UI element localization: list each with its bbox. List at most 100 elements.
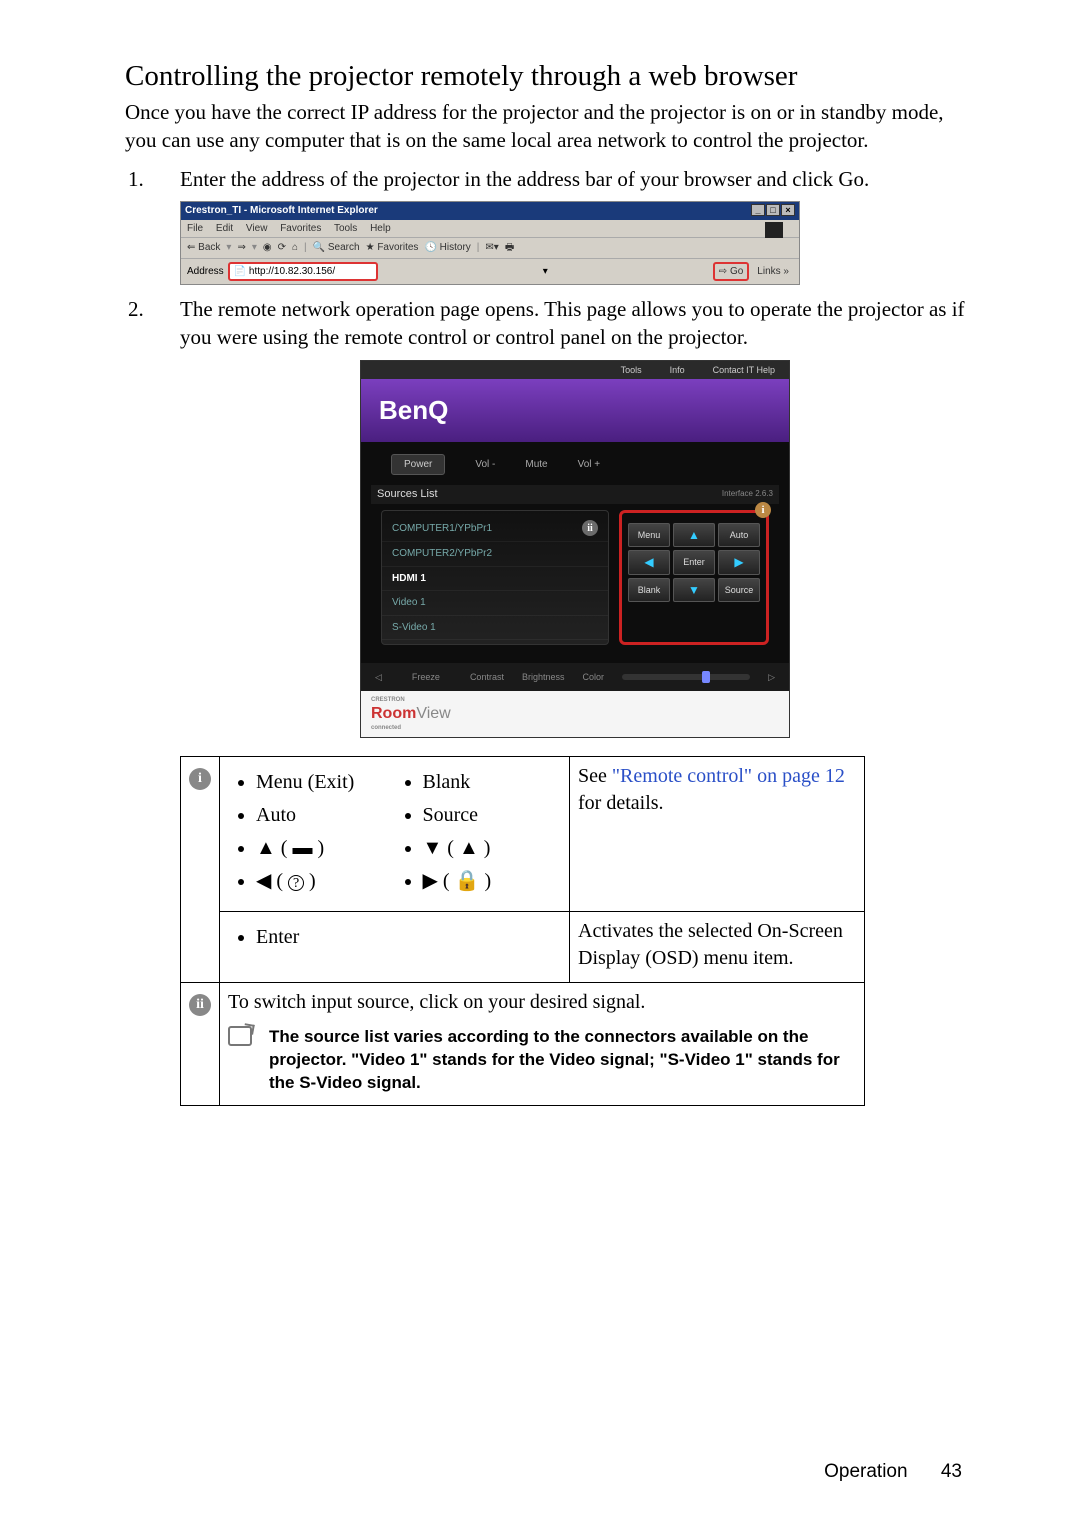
source-video1[interactable]: Video 1 [382,591,608,616]
menu-tools[interactable]: Tools [334,223,357,234]
tab-info[interactable]: Info [670,364,685,376]
cell-desc-enter: Activates the selected On-Screen Display… [570,912,865,983]
badge-ii-icon: ii [189,994,211,1016]
dpad-menu[interactable]: Menu [628,523,670,547]
tab-contact[interactable]: Contact IT Help [713,364,775,376]
address-dropdown-icon[interactable]: ▾ [543,265,548,279]
toolbar-favorites[interactable]: Favorites [377,242,418,253]
source-switch-text: To switch input source, click on your de… [228,989,856,1016]
toolbar-back[interactable]: Back [198,242,220,253]
dpad-up[interactable]: ▲ [673,523,715,547]
fn-up: ▲ ( ▬ ) [256,835,395,862]
interface-version: Interface 2.6.3 [722,489,773,500]
sources-heading: Sources List [377,487,438,502]
power-button[interactable]: Power [391,454,445,476]
dpad-right[interactable]: ▶ [718,550,760,574]
menu-help[interactable]: Help [370,223,391,234]
links-button[interactable]: Links » [753,264,793,280]
contrast-label[interactable]: Contrast [470,671,504,683]
fn-blank: Blank [423,769,562,796]
address-input[interactable]: 📄 http://10.82.30.156/ [228,262,378,282]
menu-favorites[interactable]: Favorites [280,223,321,234]
slider-thumb[interactable] [702,671,710,683]
dpad-enter[interactable]: Enter [673,550,715,574]
page-footer: Operation 43 [824,1461,962,1483]
ie-flag-icon [765,222,783,238]
toolbar-search[interactable]: Search [328,242,360,253]
browser-screenshot: Crestron_TI - Microsoft Internet Explore… [180,201,800,285]
close-icon[interactable]: × [781,204,795,216]
callout-badge-ii: ii [582,520,598,536]
footer-section: Operation [824,1461,907,1482]
reference-table: i Menu (Exit) Auto ▲ ( ▬ ) ◀ ( ? ) [180,756,865,1106]
toolbar-history[interactable]: History [440,242,471,253]
print-icon[interactable]: 🖶 [505,241,514,255]
fn-left: ◀ ( ? ) [256,868,395,895]
go-button[interactable]: ⇨ Go [713,262,750,282]
browser-address-bar: Address 📄 http://10.82.30.156/ ▾ ⇨ Go Li… [181,259,799,285]
source-svideo1[interactable]: S-Video 1 [382,616,608,641]
browser-toolbar: ⇐ Back ▾⇒▾ ◉ ⟳ ⌂ | 🔍 Search ★ Favorites … [181,238,799,259]
refresh-icon[interactable]: ⟳ [278,241,286,255]
cell-enter: Enter [220,912,570,983]
maximize-icon[interactable]: □ [766,204,780,216]
crestron-panel-screenshot: Tools Info Contact IT Help BenQ Power Vo… [360,360,790,738]
vol-minus-button[interactable]: Vol - [475,458,495,472]
mail-icon[interactable]: ✉▾ [485,241,498,255]
tab-tools[interactable]: Tools [621,364,642,376]
dpad-down[interactable]: ▼ [673,578,715,602]
mute-button[interactable]: Mute [525,458,547,472]
footer-page-number: 43 [941,1461,962,1482]
home-icon[interactable]: ⌂ [292,241,298,255]
browser-menubar: File Edit View Favorites Tools Help [181,220,799,239]
menu-file[interactable]: File [187,223,203,234]
fn-right: ▶ ( 🔒 ) [423,868,562,895]
page-title: Controlling the projector remotely throu… [125,60,970,93]
color-label[interactable]: Color [582,671,604,683]
browser-window-title: Crestron_TI - Microsoft Internet Explore… [185,204,378,218]
lock-icon: 🔒 [455,870,480,892]
benq-logo: BenQ [379,395,448,425]
fn-auto: Auto [256,802,395,829]
fn-down: ▼ ( ▲ ) [423,835,562,862]
link-remote-control[interactable]: "Remote control" on page 12 [612,765,845,787]
note-icon [228,1026,258,1054]
brightness-label[interactable]: Brightness [522,671,565,683]
fn-source: Source [423,802,562,829]
cell-source-switch: To switch input source, click on your de… [220,983,865,1106]
dpad-source[interactable]: Source [718,578,760,602]
minimize-icon[interactable]: _ [751,204,765,216]
source-computer1[interactable]: COMPUTER1/YPbPr1 ii [382,515,608,542]
step-2: The remote network operation page opens.… [180,295,970,1106]
slider-left-icon[interactable]: ◁ [375,671,382,683]
dpad-blank[interactable]: Blank [628,578,670,602]
freeze-button[interactable]: Freeze [400,669,452,685]
adjustment-slider-bar: ◁ Freeze Contrast Brightness Color ▷ [361,663,789,691]
slider-track[interactable] [622,674,750,680]
dpad-left[interactable]: ◀ [628,550,670,574]
cell-functions: Menu (Exit) Auto ▲ ( ▬ ) ◀ ( ? ) Blank S… [220,757,570,912]
source-hdmi1[interactable]: HDMI 1 [382,567,608,592]
window-controls: _□× [750,204,795,218]
menu-edit[interactable]: Edit [216,223,233,234]
address-label: Address [187,265,224,279]
roomview-logo: CRESTRON RoomView connected [371,697,451,731]
cell-badge-i: i [181,757,220,983]
note-text: The source list varies according to the … [269,1026,853,1095]
slider-right-icon[interactable]: ▷ [768,671,775,683]
cell-badge-ii: ii [181,983,220,1106]
step-2-text: The remote network operation page opens.… [180,297,965,349]
intro-paragraph: Once you have the correct IP address for… [125,98,970,155]
cell-desc-remote: See "Remote control" on page 12 for deta… [570,757,865,912]
dpad-auto[interactable]: Auto [718,523,760,547]
stop-icon[interactable]: ◉ [263,241,272,255]
sources-list: COMPUTER1/YPbPr1 ii COMPUTER2/YPbPr2 HDM… [381,510,609,645]
step-1-text: Enter the address of the projector in th… [180,167,869,191]
source-computer2[interactable]: COMPUTER2/YPbPr2 [382,542,608,567]
badge-i-icon: i [189,768,211,790]
vol-plus-button[interactable]: Vol + [578,458,601,472]
menu-view[interactable]: View [246,223,268,234]
step-1: Enter the address of the projector in th… [180,165,970,285]
fn-menu: Menu (Exit) [256,769,395,796]
dpad-area: i Menu ▲ Auto ◀ Enter ▶ Blank [619,510,769,645]
